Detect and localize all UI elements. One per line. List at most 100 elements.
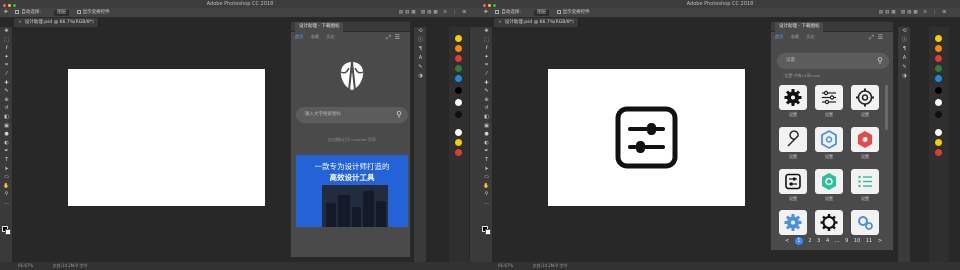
zoom-level[interactable]: 66.67% <box>18 263 33 268</box>
clone-tool-icon[interactable]: ⊕ <box>480 96 493 105</box>
align-icons[interactable]: ▤▥▦ ▧▨▩ ≡ ⋮ ⊞ <box>399 8 468 18</box>
type-tool-icon[interactable]: T <box>0 156 13 165</box>
eyedropper-tool-icon[interactable]: ⁄ <box>480 70 493 79</box>
swatch-black[interactable] <box>455 87 462 94</box>
move-tool-icon[interactable]: ✥ <box>4 10 8 15</box>
pager-page-3[interactable]: 3 <box>817 237 820 245</box>
search-input[interactable]: 设置 ⚲ <box>777 53 889 69</box>
swatch-blue[interactable] <box>455 75 462 82</box>
info-icon[interactable]: ⓘ <box>414 36 427 45</box>
pager-page-10[interactable]: 10 <box>854 237 860 245</box>
magic-wand-tool-icon[interactable]: ✦ <box>0 53 13 62</box>
history-brush-tool-icon[interactable]: ↺ <box>0 104 13 113</box>
brush-settings-icon[interactable]: ✎ <box>898 63 911 72</box>
swatch-orange[interactable] <box>455 45 462 52</box>
canvas-area[interactable] <box>493 27 770 262</box>
pager-page-4[interactable]: 4 <box>826 237 829 245</box>
swatch-dark[interactable] <box>455 111 462 118</box>
zoom-tool-icon[interactable]: ⚲ <box>480 190 493 199</box>
swatch-yellow[interactable] <box>455 35 462 42</box>
background-color-swatch[interactable] <box>485 229 491 235</box>
pager-page-2[interactable]: 2 <box>808 237 811 245</box>
pager-next[interactable]: > <box>878 237 882 245</box>
nav-favorites[interactable]: 收藏 <box>311 34 319 39</box>
lasso-tool-icon[interactable]: ℓ <box>480 44 493 53</box>
eraser-tool-icon[interactable]: ◧ <box>480 113 493 122</box>
lasso-tool-icon[interactable]: ℓ <box>0 44 13 53</box>
scrollbar[interactable] <box>885 85 888 130</box>
adjustments-icon[interactable]: ◑ <box>414 72 427 81</box>
path-select-tool-icon[interactable]: ➤ <box>0 165 13 174</box>
blur-tool-icon[interactable]: ● <box>0 130 13 139</box>
marquee-tool-icon[interactable]: ⬚ <box>0 36 13 45</box>
brush-tool-icon[interactable]: ✎ <box>480 87 493 96</box>
crop-tool-icon[interactable]: ⌗ <box>0 61 13 70</box>
show-transform-checkbox[interactable] <box>556 9 561 14</box>
pager-page-11[interactable]: 11 <box>866 237 872 245</box>
promo-banner[interactable]: 一款专为设计师打造的 高效设计工具 <box>296 155 408 227</box>
paragraph-icon[interactable]: ¶ <box>414 45 427 54</box>
path-select-tool-icon[interactable]: ➤ <box>480 165 493 174</box>
icon-result-sliders-box[interactable]: 设置 <box>779 169 807 203</box>
blur-tool-icon[interactable]: ● <box>480 130 493 139</box>
background-color-swatch[interactable] <box>5 229 11 235</box>
close-tab-icon[interactable]: × <box>498 20 502 25</box>
swatch-white[interactable] <box>455 99 462 106</box>
show-transform-checkbox[interactable] <box>76 9 81 14</box>
swatch-red-2[interactable] <box>455 149 462 156</box>
expand-icon[interactable]: ⤢ <box>386 33 391 43</box>
search-icon[interactable]: ⚲ <box>396 107 402 123</box>
hand-tool-icon[interactable]: ✋ <box>0 182 13 191</box>
icon-result-hexagon-teal[interactable]: 设置 <box>815 169 843 203</box>
nav-history[interactable]: 历史 <box>326 34 334 39</box>
canvas-area[interactable] <box>13 27 290 262</box>
auto-select-dropdown[interactable]: 图层 <box>534 10 550 16</box>
eyedropper-tool-icon[interactable]: ⁄ <box>0 70 13 79</box>
icon-result-hexagon-blue[interactable]: 设置 <box>815 127 843 161</box>
swatch-green[interactable] <box>935 65 942 72</box>
swatch-white-2[interactable] <box>455 129 462 136</box>
swatch-red[interactable] <box>455 55 462 62</box>
artboard[interactable] <box>68 69 265 206</box>
gradient-tool-icon[interactable]: ▣ <box>480 122 493 131</box>
marquee-tool-icon[interactable]: ⬚ <box>480 36 493 45</box>
move-tool-icon[interactable]: ✥ <box>484 10 488 15</box>
swatch-yellow-2[interactable] <box>935 139 942 146</box>
hand-tool-icon[interactable]: ✋ <box>480 182 493 191</box>
character-icon[interactable]: A <box>898 54 911 63</box>
zoom-level[interactable]: 66.67% <box>498 263 513 268</box>
icon-result-gear-solid[interactable]: 设置 <box>779 85 807 119</box>
healing-tool-icon[interactable]: ✚ <box>480 79 493 88</box>
align-icons[interactable]: ▤▥▦ ▧▨▩ ≡ ⋮ ⊞ <box>879 8 948 18</box>
history-brush-tool-icon[interactable]: ↺ <box>480 104 493 113</box>
rectangle-tool-icon[interactable]: ▭ <box>480 173 493 182</box>
pen-tool-icon[interactable]: ✒ <box>480 147 493 156</box>
pager-page-9[interactable]: 9 <box>845 237 848 245</box>
more-tools-icon[interactable]: … <box>0 199 13 208</box>
swatch-blue[interactable] <box>935 75 942 82</box>
move-tool-icon[interactable]: ✥ <box>0 27 13 36</box>
menu-icon[interactable]: ☰ <box>878 33 883 43</box>
crop-tool-icon[interactable]: ⌗ <box>480 61 493 70</box>
dodge-tool-icon[interactable]: ◐ <box>0 139 13 148</box>
icon-result-wrench[interactable]: 设置 <box>779 127 807 161</box>
character-icon[interactable]: A <box>414 54 427 63</box>
swatch-white-2[interactable] <box>935 129 942 136</box>
document-tab[interactable]: × 设计助理.psd @ 66.7%(RGB/8*) <box>14 18 99 27</box>
healing-tool-icon[interactable]: ✚ <box>0 79 13 88</box>
more-tools-icon[interactable]: … <box>480 199 493 208</box>
search-icon[interactable]: ⚲ <box>877 53 883 69</box>
swatch-red-2[interactable] <box>935 149 942 156</box>
nav-history[interactable]: 历史 <box>806 34 814 39</box>
clone-tool-icon[interactable]: ⊕ <box>0 96 13 105</box>
history-icon[interactable]: ⟲ <box>414 27 427 36</box>
nav-home[interactable]: 首页 <box>295 34 303 39</box>
rectangle-tool-icon[interactable]: ▭ <box>0 173 13 182</box>
brush-settings-icon[interactable]: ✎ <box>414 63 427 72</box>
icon-result-list-settings[interactable]: 设置 <box>851 169 879 203</box>
brush-tool-icon[interactable]: ✎ <box>0 87 13 96</box>
pen-tool-icon[interactable]: ✒ <box>0 147 13 156</box>
swatch-black[interactable] <box>935 87 942 94</box>
swatch-yellow-2[interactable] <box>455 139 462 146</box>
search-input[interactable]: 输入文字搜索图标 ⚲ <box>296 107 408 123</box>
